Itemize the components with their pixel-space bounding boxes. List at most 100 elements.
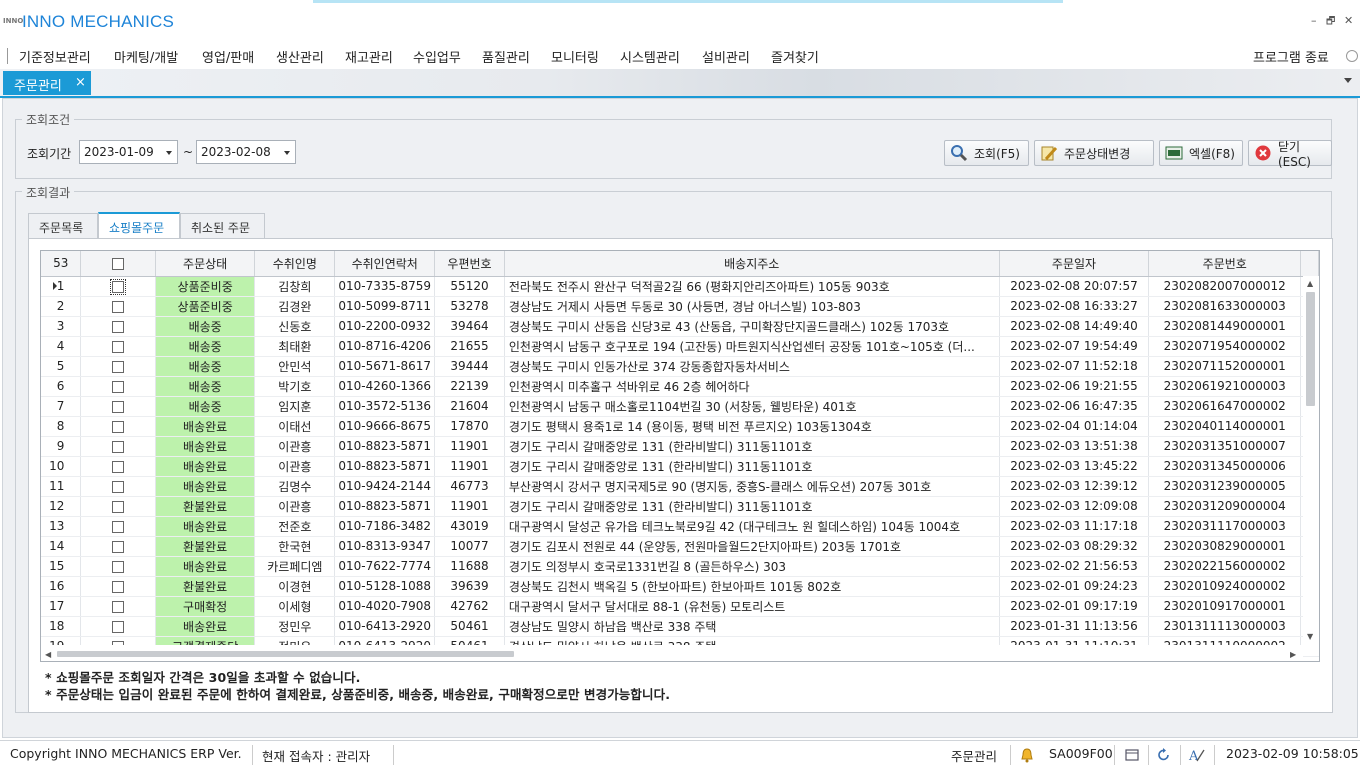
cell-zip[interactable]: 39444 [434, 356, 505, 377]
cell-name[interactable]: 이세형 [254, 596, 336, 617]
cell-status[interactable]: 배송중 [155, 356, 256, 377]
cell-phone[interactable]: 010-5128-1088 [334, 576, 436, 597]
cell-zip[interactable]: 17870 [434, 416, 505, 437]
tab-order-management[interactable]: 주문관리 × [3, 71, 91, 95]
date-from-picker[interactable]: 2023-01-09 [79, 140, 178, 164]
table-row[interactable]: 13 배송완료 전준호 010-7186-3482 43019 대구광역시 달성군 유가읍… [41, 516, 1319, 537]
cell-date[interactable]: 2023-02-03 12:09:08 [999, 496, 1150, 517]
column-header[interactable]: 수취인연락처 [334, 251, 436, 277]
cell-date[interactable]: 2023-02-04 01:14:04 [999, 416, 1150, 437]
cell-addr[interactable]: 경기도 평택시 용죽1로 14 (용이동, 평택 비전 푸르지오) 103동13… [504, 416, 1000, 437]
font-settings-icon[interactable]: A [1188, 747, 1205, 764]
cell-status[interactable]: 환불완료 [155, 496, 256, 517]
refresh-icon[interactable] [1156, 747, 1172, 763]
vertical-scroll-thumb[interactable] [1306, 292, 1315, 406]
menu-item-inventory[interactable]: 재고관리 [345, 47, 393, 66]
scroll-left-icon[interactable]: ◀ [45, 650, 51, 659]
cell-date[interactable]: 2023-02-08 14:49:40 [999, 316, 1150, 337]
cell-addr[interactable]: 경상남도 밀양시 하남읍 백산로 338 주택 [504, 616, 1000, 637]
cell-name[interactable]: 김경완 [254, 296, 336, 317]
table-row[interactable]: 10 배송완료 이관흥 010-8823-5871 11901 경기도 구리시 갈매중앙로… [41, 456, 1319, 477]
cell-addr[interactable]: 인천광역시 미추홀구 석바위로 46 2층 헤어하다 [504, 376, 1000, 397]
cell-name[interactable]: 전준호 [254, 516, 336, 537]
row-select-cell[interactable] [80, 476, 156, 497]
cell-status[interactable]: 배송완료 [155, 456, 256, 477]
cell-order[interactable]: 2302010924000002 [1148, 576, 1302, 597]
row-checkbox[interactable] [112, 500, 125, 513]
cell-addr[interactable]: 경상북도 김천시 백옥길 5 (한보아파트) 한보아파트 101동 802호 [504, 576, 1000, 597]
cell-phone[interactable]: 010-8716-4206 [334, 336, 436, 357]
cell-date[interactable]: 2023-02-03 08:29:32 [999, 536, 1150, 557]
column-header[interactable]: 주문번호 [1148, 251, 1302, 277]
row-checkbox[interactable] [112, 560, 125, 573]
cell-name[interactable]: 이태선 [254, 416, 336, 437]
cell-date[interactable]: 2023-02-02 21:56:53 [999, 556, 1150, 577]
column-header[interactable]: 주문일자 [999, 251, 1150, 277]
cell-order[interactable]: 2302031239000005 [1148, 476, 1302, 497]
cell-order[interactable]: 2302061921000003 [1148, 376, 1302, 397]
cell-order[interactable]: 2302031209000004 [1148, 496, 1302, 517]
chevron-down-icon[interactable] [284, 151, 290, 155]
cell-order[interactable]: 2302031345000006 [1148, 456, 1302, 477]
cell-order[interactable]: 2302071954000002 [1148, 336, 1302, 357]
cell-phone[interactable]: 010-7335-8759 [334, 276, 436, 297]
cell-date[interactable]: 2023-02-08 20:07:57 [999, 276, 1150, 297]
cell-name[interactable]: 이관흥 [254, 456, 336, 477]
cell-zip[interactable]: 43019 [434, 516, 505, 537]
row-checkbox[interactable] [112, 580, 125, 593]
cell-name[interactable]: 카르페디엠 [254, 556, 336, 577]
row-checkbox[interactable] [112, 420, 125, 433]
cell-order[interactable]: 2302061647000002 [1148, 396, 1302, 417]
row-checkbox[interactable] [112, 460, 125, 473]
cell-zip[interactable]: 42762 [434, 596, 505, 617]
cell-phone[interactable]: 010-6413-2920 [334, 616, 436, 637]
table-row[interactable]: 7 배송중 임지훈 010-3572-5136 21604 인천광역시 남동구 매소홀로1… [41, 396, 1319, 417]
cell-date[interactable]: 2023-02-07 19:54:49 [999, 336, 1150, 357]
cell-date[interactable]: 2023-02-06 16:47:35 [999, 396, 1150, 417]
row-checkbox[interactable] [112, 300, 125, 313]
menu-item-basic-info[interactable]: 기준정보관리 [19, 47, 91, 66]
table-row[interactable]: 3 배송중 신동호 010-2200-0932 39464 경상북도 구미시 산동읍 신당… [41, 316, 1319, 337]
row-checkbox[interactable] [110, 278, 127, 295]
cell-name[interactable]: 이경현 [254, 576, 336, 597]
row-checkbox[interactable] [112, 620, 125, 633]
cell-zip[interactable]: 50461 [434, 616, 505, 637]
row-select-cell[interactable] [80, 356, 156, 377]
row-checkbox[interactable] [112, 360, 125, 373]
cell-addr[interactable]: 경기도 의정부시 호국로1331번길 8 (골든하우스) 303 [504, 556, 1000, 577]
bell-icon[interactable] [1019, 747, 1035, 763]
cell-name[interactable]: 정민우 [254, 616, 336, 637]
cell-phone[interactable]: 010-5099-8711 [334, 296, 436, 317]
column-header[interactable]: 수취인명 [254, 251, 336, 277]
cell-zip[interactable]: 21604 [434, 396, 505, 417]
row-select-cell[interactable] [80, 336, 156, 357]
cell-status[interactable]: 구매확정 [155, 596, 256, 617]
cell-order[interactable]: 2302022156000002 [1148, 556, 1302, 577]
row-checkbox[interactable] [112, 440, 125, 453]
chevron-down-icon[interactable] [166, 151, 172, 155]
cell-addr[interactable]: 인천광역시 남동구 호구포로 194 (고잔동) 마트원지식산업센터 공장동 1… [504, 336, 1000, 357]
row-checkbox[interactable] [112, 400, 125, 413]
cell-name[interactable]: 김창희 [254, 276, 336, 297]
cell-status[interactable]: 배송중 [155, 396, 256, 417]
row-select-cell[interactable] [80, 536, 156, 557]
close-window-button[interactable]: ✕ [1344, 14, 1353, 27]
cell-date[interactable]: 2023-02-03 11:17:18 [999, 516, 1150, 537]
cell-zip[interactable]: 22139 [434, 376, 505, 397]
menu-item-equipment[interactable]: 설비관리 [702, 47, 750, 66]
cell-status[interactable]: 배송완료 [155, 616, 256, 637]
cell-date[interactable]: 2023-02-06 19:21:55 [999, 376, 1150, 397]
table-row[interactable]: 12 환불완료 이관흥 010-8823-5871 11901 경기도 구리시 갈매중앙로… [41, 496, 1319, 517]
cell-phone[interactable]: 010-8823-5871 [334, 436, 436, 457]
tab-order-list[interactable]: 주문목록 [28, 213, 98, 239]
table-row[interactable]: 2 상품준비중 김경완 010-5099-8711 53278 경상남도 거제시 사등면 … [41, 296, 1319, 317]
cell-addr[interactable]: 경상남도 거제시 사등면 두동로 30 (사등면, 경남 아너스빌) 103-8… [504, 296, 1000, 317]
cell-addr[interactable]: 대구광역시 달서구 달서대로 88-1 (유천동) 모토리스트 [504, 596, 1000, 617]
table-row[interactable]: 15 배송완료 카르페디엠 010-7622-7774 11688 경기도 의정부시 호국… [41, 556, 1319, 577]
search-button[interactable]: 조회(F5) [944, 140, 1029, 166]
cell-name[interactable]: 이관흥 [254, 436, 336, 457]
tab-shopping-mall-orders[interactable]: 쇼핑몰주문 [98, 212, 180, 239]
change-status-button[interactable]: 주문상태변경 [1034, 140, 1154, 166]
table-row[interactable]: 1 상품준비중 김창희 010-7335-8759 55120 전라북도 전주시 완산구 … [41, 276, 1319, 297]
column-header[interactable]: 주문상태 [155, 251, 256, 277]
